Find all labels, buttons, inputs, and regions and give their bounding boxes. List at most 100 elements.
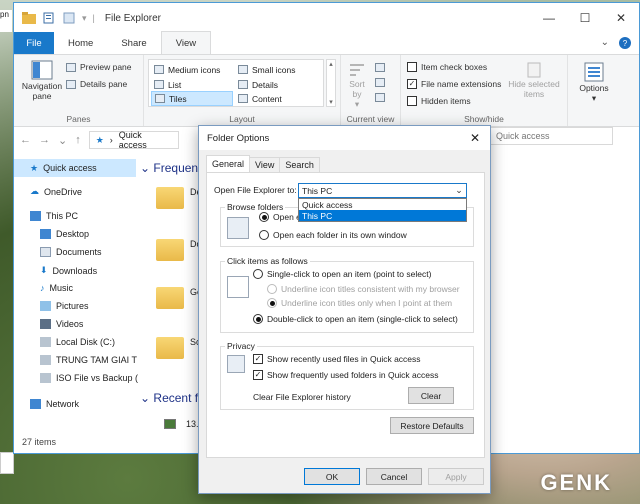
nav-item-pictures[interactable]: Pictures [40, 301, 89, 311]
drive-icon [40, 355, 51, 365]
clear-button[interactable]: Clear [408, 387, 454, 404]
hidden-items-option[interactable]: Hidden items [407, 93, 471, 109]
ok-button[interactable]: OK [304, 468, 360, 485]
nav-item-music[interactable]: ♪ Music [40, 283, 73, 293]
nav-item-trung-tam[interactable]: TRUNG TAM GIAI T [40, 355, 137, 365]
file-name-extensions-option[interactable]: ✓ File name extensions [407, 76, 501, 92]
ribbon: Navigation pane Preview pane Details pan… [14, 55, 639, 127]
frequent-folders-header[interactable]: ⌄ Frequent [140, 161, 201, 175]
desktop-file-icon[interactable]: pn [0, 10, 12, 32]
folder-icon[interactable] [156, 287, 184, 309]
image-file-icon[interactable] [164, 419, 176, 429]
hide-selected-items-button[interactable]: Hide selected items [505, 61, 563, 99]
double-click-radio[interactable] [253, 314, 263, 324]
sort-by-button[interactable]: Sort by ▾ [345, 61, 369, 110]
item-check-boxes-option[interactable]: Item check boxes [407, 59, 487, 75]
folder-icon[interactable] [156, 337, 184, 359]
panes-group-label: Panes [66, 114, 91, 124]
documents-icon [40, 247, 51, 257]
layout-details[interactable]: Details [235, 77, 281, 92]
close-icon[interactable]: ✕ [603, 3, 639, 33]
layout-small-icons[interactable]: Small icons [235, 62, 298, 77]
nav-item-local-disk[interactable]: Local Disk (C:) [40, 337, 115, 347]
frequent-folders-checkbox[interactable]: ✓ [253, 370, 263, 380]
address-field[interactable]: ★ › Quick access [88, 130, 179, 150]
underline-browser-option[interactable]: Underline icon titles consistent with my… [267, 284, 460, 294]
double-click-option[interactable]: Double-click to open an item (single-cli… [253, 314, 458, 324]
layout-list[interactable]: List [151, 77, 184, 92]
nav-item-iso-file[interactable]: ISO File vs Backup ( [40, 373, 138, 383]
nav-item-documents[interactable]: Documents [40, 247, 102, 257]
size-columns-icon[interactable] [375, 93, 385, 102]
scroll-up-icon[interactable]: ▴ [329, 60, 333, 68]
layout-content[interactable]: Content [235, 91, 285, 106]
nav-item-this-pc[interactable]: This PC [30, 211, 78, 221]
frequent-folders-option[interactable]: ✓ Show frequently used folders in Quick a… [253, 370, 439, 380]
layout-scroll[interactable]: ▴ ▾ [326, 59, 336, 107]
tab-share[interactable]: Share [107, 32, 160, 54]
own-window-option[interactable]: Open each folder in its own window [259, 230, 407, 240]
nav-item-quick-access[interactable]: ★ Quick access [14, 159, 136, 177]
recent-locations-icon[interactable]: ⌄ [58, 134, 67, 147]
help-icon[interactable]: ? [619, 37, 631, 49]
tab-view[interactable]: View [249, 157, 281, 172]
apply-button[interactable]: Apply [428, 468, 484, 485]
nav-item-desktop[interactable]: Desktop [40, 229, 89, 239]
navigation-pane-label: Navigation pane [21, 81, 63, 101]
tab-view[interactable]: View [160, 31, 212, 54]
close-icon[interactable]: ✕ [460, 131, 490, 145]
tab-home[interactable]: Home [54, 32, 107, 54]
cancel-button[interactable]: Cancel [366, 468, 422, 485]
recent-files-checkbox[interactable]: ✓ [253, 354, 263, 364]
tab-general[interactable]: General [206, 155, 251, 172]
new-folder-icon[interactable] [62, 12, 76, 24]
single-click-option[interactable]: Single-click to open an item (point to s… [253, 269, 431, 279]
single-click-radio[interactable] [253, 269, 263, 279]
details-pane-button[interactable]: Details pane [66, 76, 127, 92]
restore-defaults-button[interactable]: Restore Defaults [390, 417, 474, 434]
underline-point-radio[interactable] [267, 298, 277, 308]
underline-point-option[interactable]: Underline icon titles only when I point … [267, 298, 452, 308]
forward-arrow-icon[interactable]: → [39, 134, 50, 146]
group-by-icon[interactable] [375, 63, 385, 72]
open-explorer-select[interactable]: This PC ⌄ [298, 183, 467, 198]
underline-browser-radio[interactable] [267, 284, 277, 294]
folder-icon[interactable] [156, 239, 184, 261]
options-button[interactable]: Options ▾ [574, 61, 614, 104]
item-check-boxes-checkbox[interactable] [407, 62, 417, 72]
own-window-radio[interactable] [259, 230, 269, 240]
add-columns-icon[interactable] [375, 78, 385, 87]
minimize-icon[interactable]: — [531, 3, 567, 33]
layout-tiles[interactable]: Tiles [151, 91, 233, 106]
layout-medium-icons[interactable]: Medium icons [151, 62, 223, 77]
customize-quick-access-icon[interactable]: ▾ [82, 13, 87, 24]
nav-item-network[interactable]: Network [30, 399, 79, 409]
dropdown-option-this-pc[interactable]: This PC [299, 210, 466, 221]
hidden-items-checkbox[interactable] [407, 96, 417, 106]
folder-icon[interactable] [156, 187, 184, 209]
up-arrow-icon[interactable]: ↑ [75, 134, 81, 146]
recent-files-option[interactable]: ✓ Show recently used files in Quick acces… [253, 354, 421, 364]
nav-item-onedrive[interactable]: ☁ OneDrive [30, 186, 82, 197]
chevron-down-icon: ▾ [591, 93, 597, 103]
preview-pane-icon [66, 62, 76, 72]
recent-files-header[interactable]: ⌄ Recent fil [140, 391, 203, 405]
file-name-extensions-checkbox[interactable]: ✓ [407, 79, 417, 89]
preview-pane-button[interactable]: Preview pane [66, 59, 132, 75]
tab-search[interactable]: Search [279, 157, 320, 172]
dropdown-option-quick-access[interactable]: Quick access [299, 199, 466, 210]
back-arrow-icon[interactable]: ← [20, 134, 31, 146]
hide-selected-icon [527, 62, 541, 78]
scroll-down-icon[interactable]: ▾ [329, 98, 333, 106]
chevron-down-icon[interactable]: ⌄ [601, 37, 609, 49]
search-input[interactable]: Quick access [489, 127, 613, 145]
maximize-icon[interactable]: ☐ [567, 3, 603, 33]
navigation-pane-button[interactable]: Navigation pane [18, 59, 66, 101]
tab-file[interactable]: File [14, 32, 54, 54]
same-window-radio[interactable] [259, 212, 269, 222]
options-group: Options ▾ [568, 55, 618, 126]
properties-icon[interactable] [42, 12, 56, 24]
nav-item-videos[interactable]: Videos [40, 319, 83, 329]
desktop-file-icon[interactable] [0, 452, 14, 474]
nav-item-downloads[interactable]: ⬇ Downloads [40, 265, 97, 276]
